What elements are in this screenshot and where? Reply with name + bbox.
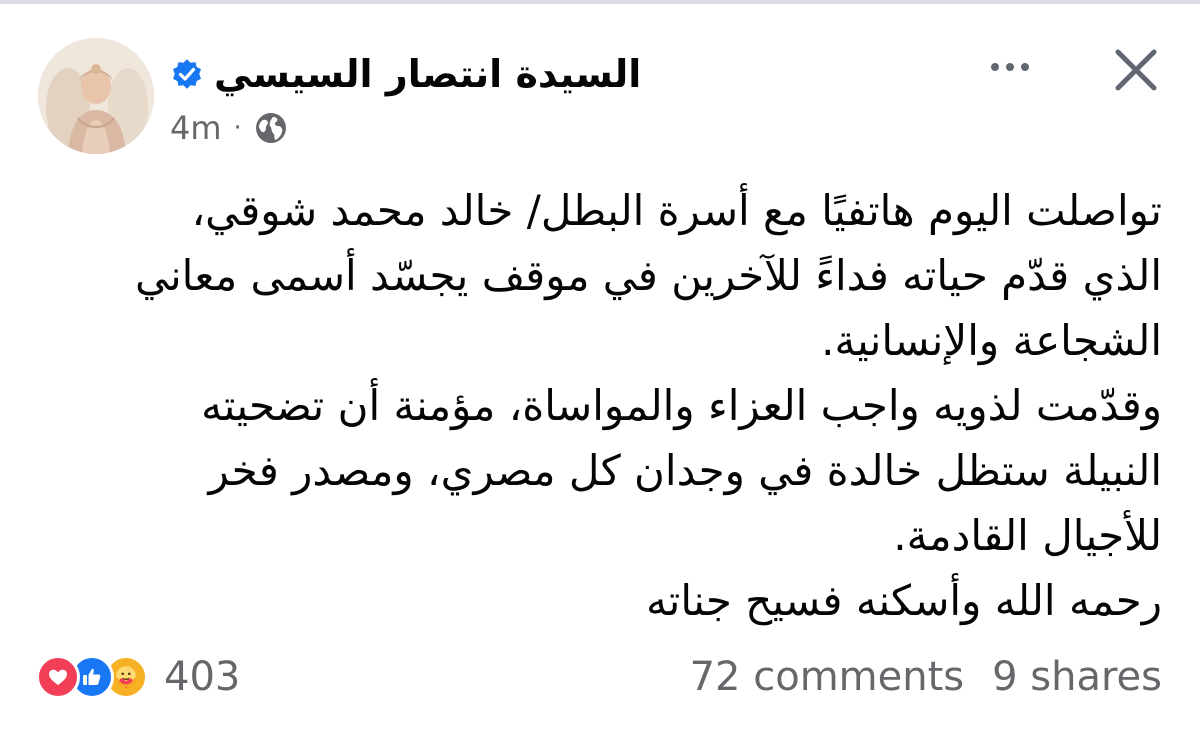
comments-count-link[interactable]: 72 comments [690,654,965,700]
author-row: السيدة انتصار السيسي [170,44,641,104]
divider [0,0,1200,4]
reactions-summary[interactable]: 403 [36,652,240,702]
post-body-line: الشجاعة والإنسانية. [821,316,1162,365]
more-options-button[interactable] [980,44,1040,90]
post-timestamp[interactable]: 4m [170,109,222,147]
avatar[interactable] [38,38,154,154]
post-body-line: النبيلة ستظل خالدة في وجدان كل مصري، ومص… [208,446,1162,495]
verified-badge-icon [170,57,204,91]
post-body-line: تواصلت اليوم هاتفيًا مع أسرة البطل/ خالد… [191,186,1162,235]
reaction-count: 403 [164,654,241,700]
close-button[interactable] [1110,44,1162,96]
more-dot [1006,63,1014,71]
globe-icon[interactable] [254,111,288,145]
post-body-line: الذي قدّم حياته فداءً للآخرين في موقف يج… [134,251,1162,300]
post-body-line: وقدّمت لذويه واجب العزاء والمواساة، مؤمن… [201,381,1162,430]
post-meta: 4m · [170,106,288,150]
post-body-line: للأجيال القادمة. [893,511,1162,560]
avatar-image [38,38,154,154]
author-name[interactable]: السيدة انتصار السيسي [214,44,641,104]
more-dot [991,63,999,71]
engagement-stats: 72 comments 9 shares [690,652,1162,702]
meta-separator: · [233,113,242,143]
facebook-post: السيدة انتصار السيسي 4m · تواصلت اليوم ه… [0,0,1200,733]
reaction-icons [36,655,148,699]
shares-count-link[interactable]: 9 shares [992,654,1162,700]
close-icon [1115,49,1157,91]
post-body-line: رحمه الله وأسكنه فسيح جناته [646,576,1162,625]
post-body: تواصلت اليوم هاتفيًا مع أسرة البطل/ خالد… [30,178,1162,633]
love-icon [36,655,80,699]
more-dot [1021,63,1029,71]
